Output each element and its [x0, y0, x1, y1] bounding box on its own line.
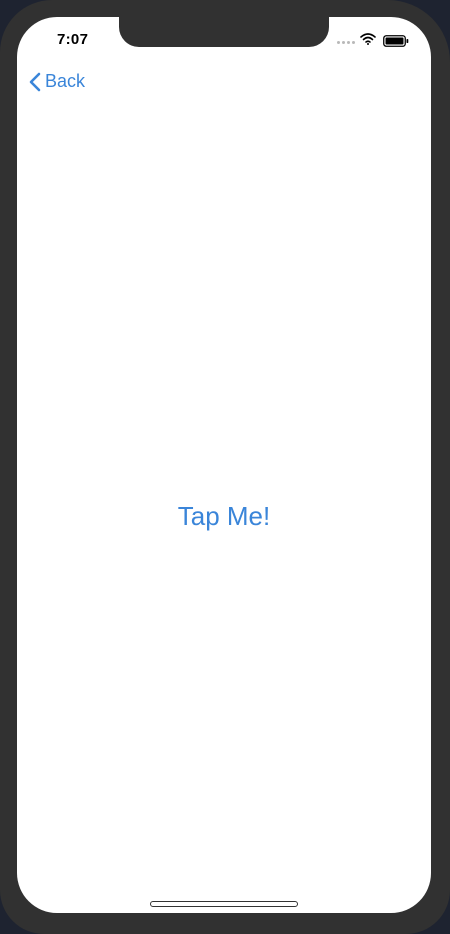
home-indicator[interactable] [150, 901, 298, 907]
back-button[interactable]: Back [29, 71, 85, 92]
tap-me-button[interactable]: Tap Me! [17, 501, 431, 532]
wifi-icon [360, 33, 376, 45]
back-button-label: Back [45, 71, 86, 91]
chevron-left-icon [29, 72, 41, 91]
device-notch [119, 17, 329, 47]
app-screen: 7:07 Back Tap Me! [17, 17, 431, 913]
cellular-signal-icon [337, 41, 355, 44]
battery-icon [383, 35, 409, 47]
device-frame: 7:07 Back Tap Me! [0, 0, 450, 934]
status-time: 7:07 [57, 31, 89, 48]
